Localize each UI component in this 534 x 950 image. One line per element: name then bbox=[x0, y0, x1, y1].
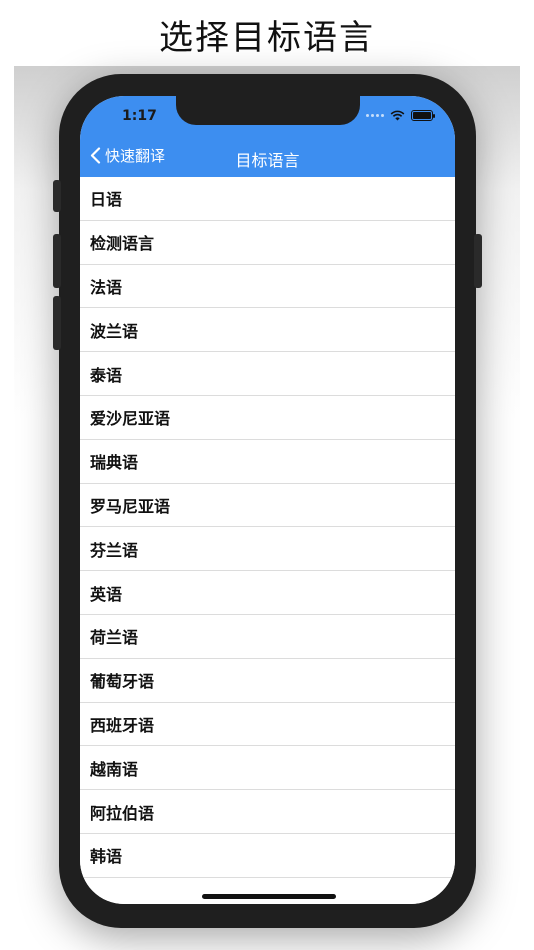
list-item[interactable]: 泰语 bbox=[80, 352, 455, 396]
list-item[interactable]: 英语 bbox=[80, 571, 455, 615]
mute-switch bbox=[53, 180, 61, 212]
list-item[interactable]: 葡萄牙语 bbox=[80, 659, 455, 703]
signal-icon bbox=[366, 114, 384, 117]
list-item[interactable]: 阿拉伯语 bbox=[80, 790, 455, 834]
home-indicator[interactable] bbox=[202, 894, 336, 899]
page-title: 目标语言 bbox=[235, 151, 300, 170]
list-item[interactable]: 越南语 bbox=[80, 746, 455, 791]
list-item[interactable]: 爱沙尼亚语 bbox=[80, 396, 455, 440]
page: 选择目标语言 1:17 快速翻译 目标语言 日语 检测语言 法语 波兰语 泰语 … bbox=[0, 0, 534, 950]
list-item[interactable]: 日语 bbox=[80, 177, 455, 221]
navigation-bar: 1:17 快速翻译 目标语言 bbox=[80, 96, 455, 177]
wifi-icon bbox=[390, 110, 405, 121]
battery-icon bbox=[411, 110, 435, 121]
volume-down-button bbox=[53, 296, 61, 350]
list-item[interactable]: 罗马尼亚语 bbox=[80, 484, 455, 528]
phone-frame: 1:17 快速翻译 目标语言 日语 检测语言 法语 波兰语 泰语 爱沙尼亚语 瑞… bbox=[53, 74, 482, 928]
list-item[interactable]: 芬兰语 bbox=[80, 527, 455, 572]
screen: 1:17 快速翻译 目标语言 日语 检测语言 法语 波兰语 泰语 爱沙尼亚语 瑞… bbox=[80, 96, 455, 904]
list-item[interactable]: 瑞典语 bbox=[80, 440, 455, 484]
list-item[interactable]: 韩语 bbox=[80, 834, 455, 878]
volume-up-button bbox=[53, 234, 61, 288]
list-item[interactable]: 波兰语 bbox=[80, 308, 455, 353]
list-item[interactable]: 荷兰语 bbox=[80, 615, 455, 659]
list-item[interactable]: 西班牙语 bbox=[80, 703, 455, 747]
headline: 选择目标语言 bbox=[159, 18, 375, 58]
list-item[interactable]: 法语 bbox=[80, 265, 455, 309]
power-button bbox=[474, 234, 482, 288]
language-list: 日语 检测语言 法语 波兰语 泰语 爱沙尼亚语 瑞典语 罗马尼亚语 芬兰语 英语… bbox=[80, 177, 455, 904]
list-item[interactable]: 检测语言 bbox=[80, 221, 455, 265]
notch bbox=[176, 96, 360, 125]
status-icons bbox=[366, 110, 435, 121]
status-time: 1:17 bbox=[122, 108, 157, 124]
